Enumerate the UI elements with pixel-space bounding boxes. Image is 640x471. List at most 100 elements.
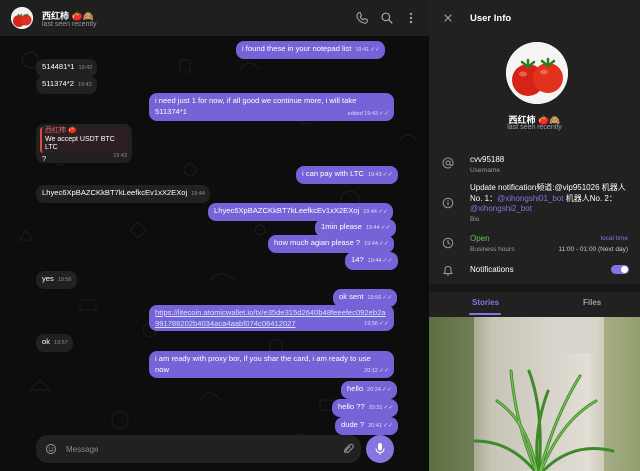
message-outgoing[interactable]: how much agian please ? 19:44✓✓ (268, 235, 394, 253)
message-time: 19:56 (364, 320, 378, 327)
username-value[interactable]: cvv95188 (470, 155, 504, 164)
message-time: 19:44 (367, 258, 382, 264)
message-text: i found these in your notepad list (242, 44, 352, 53)
message-input[interactable] (66, 441, 316, 457)
close-icon[interactable] (443, 13, 453, 23)
message-time: 20:41 (368, 423, 382, 429)
bio-part: 机器人No. 2： (563, 193, 617, 203)
bell-icon (442, 265, 454, 276)
message-incoming[interactable]: 514481*1 19:42 (36, 59, 98, 77)
message-time: 19:43 (113, 152, 127, 159)
profile-status: last seen recently (507, 124, 562, 131)
microphone-button[interactable] (366, 435, 394, 463)
clock-icon (442, 237, 454, 249)
chat-area: 西红柿 🍅🙈 last seen recently i found these … (0, 0, 429, 471)
message-outgoing[interactable]: 1min please 19:44✓✓ (315, 219, 396, 237)
message-time: 19:56 (367, 295, 382, 301)
chat-status: last seen recently (42, 21, 97, 28)
message-text: 514481*1 (42, 62, 75, 71)
message-time: 19:44 (364, 241, 378, 247)
info-title: User Info (470, 13, 512, 24)
read-check-icon: ✓✓ (383, 405, 394, 411)
tab-files[interactable]: Files (583, 298, 601, 307)
message-text: i need just 1 for now, if all good we co… (155, 96, 357, 116)
message-time: 19:43 (364, 110, 378, 117)
message-outgoing[interactable]: hello ?? 20:31✓✓ (332, 399, 399, 417)
bot-mention-link[interactable]: @xihongshi2_bot (470, 204, 532, 213)
message-time: 19:41 (355, 47, 370, 53)
read-check-icon: ✓✓ (378, 320, 389, 327)
info-circle-icon (442, 197, 454, 209)
read-check-icon: ✓✓ (378, 110, 389, 117)
message-composer[interactable] (36, 435, 361, 463)
message-time: 20:31 (368, 405, 383, 411)
bio-label: Bio (470, 216, 480, 223)
hours-label: Business hours (470, 246, 515, 253)
read-check-icon: ✓✓ (377, 209, 389, 215)
message-incoming[interactable]: ok 19:57 (36, 334, 73, 352)
message-text: ? (42, 153, 47, 163)
message-time: 19:56 (57, 277, 72, 283)
message-text: dude ? (341, 420, 365, 429)
message-outgoing[interactable]: ok sent 19:56✓✓ (333, 289, 398, 307)
message-text: ok sent (339, 292, 364, 301)
message-outgoing[interactable]: hello 20:24✓✓ (341, 381, 397, 399)
notifications-label: Notifications (470, 265, 514, 274)
message-text: 14? (351, 255, 364, 264)
profile-avatar[interactable] (506, 42, 568, 104)
message-outgoing[interactable]: i can pay with LTC 19:43✓✓ (296, 166, 398, 184)
message-outgoing[interactable]: Lhyec6XpBAZCKkBT7kLeefkcEv1xX2EXoj 19:44✓… (208, 203, 394, 221)
edited-label: edited (347, 110, 363, 117)
reply-quote[interactable]: 西红柿 🍅 We accept USDT BTC LTC (40, 127, 128, 153)
message-text: how much agian please ? (274, 238, 361, 247)
transaction-link[interactable]: https://litecoin.atomicwallet.io/tx/e35d… (155, 308, 386, 328)
message-text: i can pay with LTC (302, 169, 364, 178)
message-text: Lhyec6XpBAZCKkBT7kLeefkcEv1xX2EXoj (214, 206, 360, 215)
read-check-icon: ✓✓ (382, 172, 393, 178)
read-check-icon: ✓✓ (380, 225, 391, 231)
phone-icon[interactable] (355, 11, 369, 25)
message-time: 19:42 (78, 65, 93, 71)
message-outgoing[interactable]: dude ? 20:41✓✓ (335, 417, 399, 435)
message-outgoing[interactable]: i found these in your notepad list 19:41✓… (236, 41, 386, 59)
active-tab-indicator (469, 313, 501, 315)
read-check-icon: ✓✓ (381, 387, 392, 393)
message-time: 19:57 (54, 340, 68, 346)
username-label: Username (470, 167, 500, 174)
message-incoming[interactable]: Lhyec6XpBAZCKkBT7kLeefkcEv1xX2EXoj 19:44 (36, 185, 210, 203)
message-outgoing[interactable]: i am ready with proxy bor, if you shar t… (149, 351, 394, 378)
hours-status[interactable]: Open (470, 234, 490, 243)
bio-text: Update notification频道:@vip951026 机器人No. … (470, 183, 635, 215)
message-text: ok (42, 337, 51, 346)
bot-mention-link[interactable]: @xihongshi01_bot (497, 194, 563, 203)
message-incoming-reply[interactable]: 西红柿 🍅 We accept USDT BTC LTC ? 19:43 (36, 124, 132, 163)
more-vertical-icon[interactable] (404, 11, 418, 25)
message-text: i am ready with proxy bor, if you shar t… (155, 354, 371, 374)
message-incoming[interactable]: 511374*2 19:43 (36, 76, 97, 94)
message-time: 19:44 (363, 209, 377, 215)
message-outgoing[interactable]: 14? 19:44✓✓ (345, 252, 398, 270)
chat-header[interactable]: 西红柿 🍅🙈 last seen recently (0, 0, 429, 36)
info-header: User Info (429, 0, 640, 36)
emoji-icon[interactable] (45, 443, 57, 455)
message-time: 19:43 (77, 82, 92, 88)
local-time-toggle[interactable]: local time (601, 235, 628, 242)
read-check-icon: ✓✓ (370, 47, 381, 53)
message-text: 1min please (321, 222, 362, 231)
search-icon[interactable] (380, 11, 394, 25)
section-divider (429, 284, 640, 292)
message-list[interactable]: i found these in your notepad list 19:41✓… (0, 0, 429, 471)
message-text: hello (347, 384, 364, 393)
story-photo-plant[interactable] (429, 317, 640, 471)
chat-avatar[interactable] (11, 7, 33, 29)
message-outgoing-link[interactable]: https://litecoin.atomicwallet.io/tx/e35d… (149, 305, 394, 331)
notifications-toggle[interactable] (611, 265, 629, 274)
reply-author: 西红柿 🍅 (45, 127, 77, 134)
message-time: 20:24 (367, 387, 381, 393)
message-outgoing[interactable]: i need just 1 for now, if all good we co… (149, 93, 394, 121)
at-sign-icon (442, 157, 454, 169)
attach-icon[interactable] (342, 443, 354, 455)
message-text: Lhyec6XpBAZCKkBT7kLeefkcEv1xX2EXoj (42, 188, 188, 197)
message-incoming[interactable]: yes 19:56 (36, 271, 77, 289)
tab-stories[interactable]: Stories (472, 298, 499, 307)
